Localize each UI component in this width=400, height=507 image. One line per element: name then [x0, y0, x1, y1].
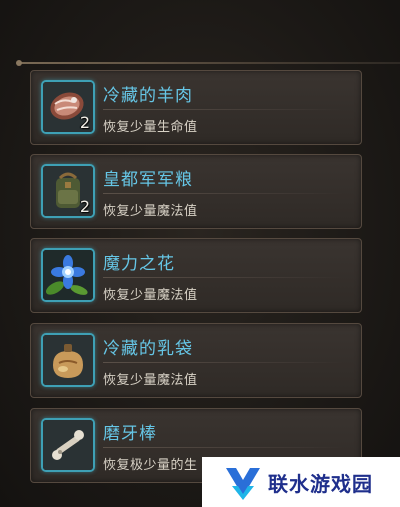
- watermark: 联水游戏园: [202, 457, 400, 507]
- bone-stick-icon: [41, 418, 95, 472]
- ration-backpack-icon: 2: [41, 164, 95, 218]
- item-description: 恢复少量魔法值: [103, 288, 198, 303]
- item-slot-mutton[interactable]: 2 冷藏的羊肉 恢复少量生命值: [30, 70, 362, 145]
- item-name: 魔力之花: [103, 254, 175, 274]
- item-quantity: 2: [79, 197, 90, 216]
- item-description: 恢复极少量的生: [103, 458, 198, 473]
- item-separator: [103, 447, 343, 448]
- item-description: 恢复少量生命值: [103, 120, 198, 135]
- item-slot-mana-flower[interactable]: 魔力之花 恢复少量魔法值: [30, 238, 362, 313]
- divider-ornament: [16, 60, 22, 66]
- item-name: 冷藏的羊肉: [103, 86, 193, 106]
- item-slot-ration[interactable]: 2 皇都军军粮 恢复少量魔法值: [30, 154, 362, 229]
- milk-pouch-icon: [41, 333, 95, 387]
- item-slot-milk-pouch[interactable]: 冷藏的乳袋 恢复少量魔法值: [30, 323, 362, 398]
- item-quantity: 2: [79, 113, 90, 132]
- raw-mutton-icon: 2: [41, 80, 95, 134]
- item-separator: [103, 109, 343, 110]
- item-separator: [103, 193, 343, 194]
- watermark-text: 联水游戏园: [268, 472, 373, 496]
- item-name: 磨牙棒: [103, 424, 157, 444]
- item-separator: [103, 362, 343, 363]
- blue-flower-icon: [41, 248, 95, 302]
- watermark-logo-icon: [226, 468, 260, 500]
- top-divider: [18, 62, 400, 64]
- item-separator: [103, 277, 343, 278]
- item-description: 恢复少量魔法值: [103, 373, 198, 388]
- item-description: 恢复少量魔法值: [103, 204, 198, 219]
- item-name: 冷藏的乳袋: [103, 339, 193, 359]
- item-name: 皇都军军粮: [103, 170, 193, 190]
